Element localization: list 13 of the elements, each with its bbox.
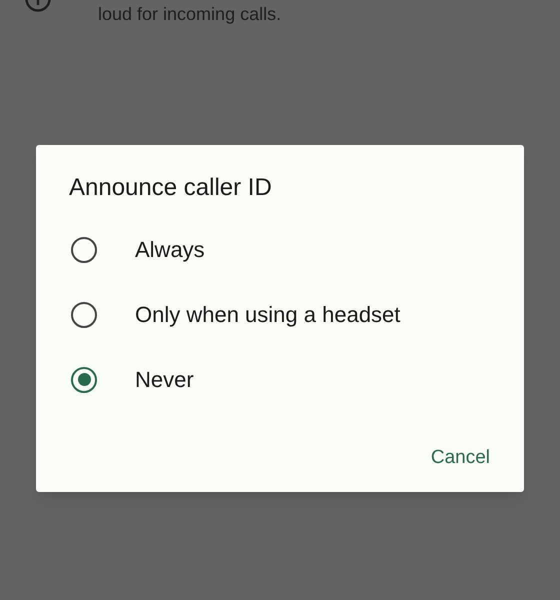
option-label: Always (135, 236, 205, 264)
radio-option[interactable]: Never (36, 347, 524, 412)
info-icon (24, 0, 52, 13)
radio-button[interactable] (71, 236, 97, 262)
radio-button[interactable] (71, 366, 97, 392)
option-label: Never (135, 366, 194, 394)
dialog-title: Announce caller ID (69, 173, 272, 203)
radio-button[interactable] (71, 302, 97, 328)
option-label: Only when using a headset (135, 301, 400, 329)
radio-option[interactable]: Always (36, 217, 524, 282)
description-text: loud for incoming calls. (98, 3, 282, 25)
cancel-button[interactable]: Cancel (418, 438, 502, 478)
radio-option[interactable]: Only when using a headset (36, 282, 524, 347)
